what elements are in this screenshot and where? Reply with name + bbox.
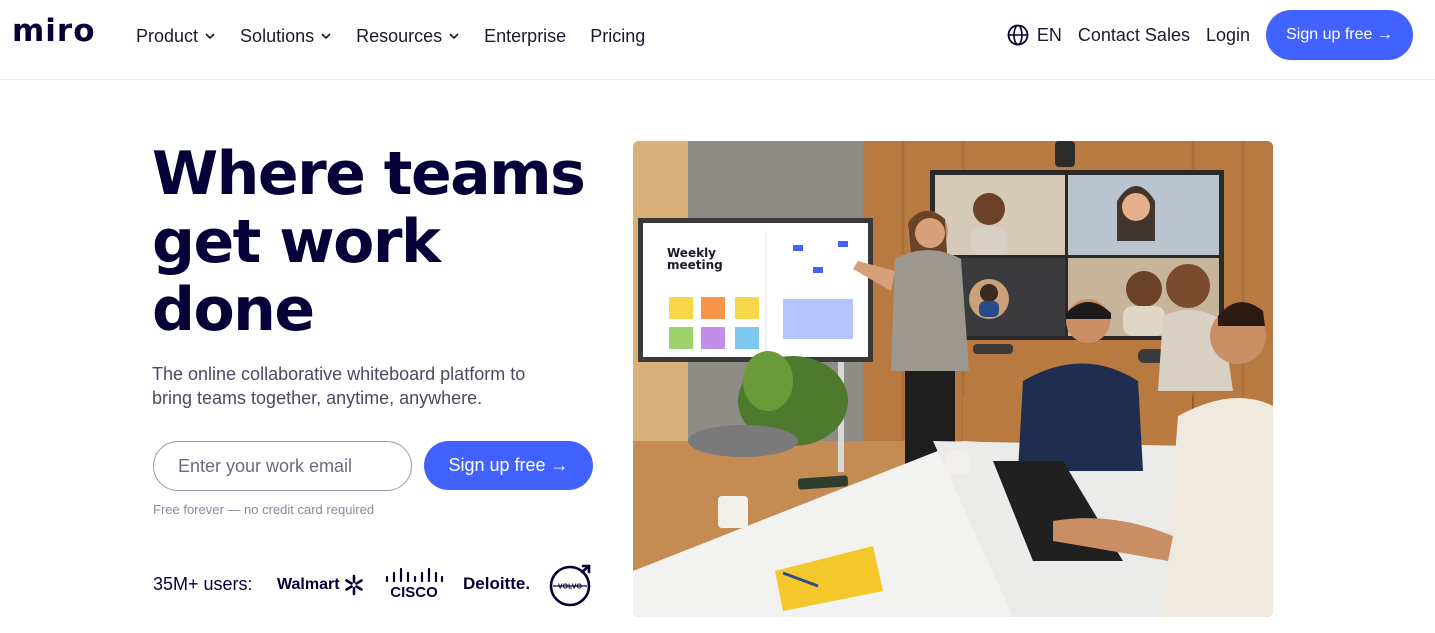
nav-resources[interactable]: Resources [356,24,460,48]
nav-pricing-label: Pricing [590,25,646,46]
login-link[interactable]: Login [1206,25,1250,46]
contact-sales-link[interactable]: Contact Sales [1078,25,1190,46]
nav-enterprise-label: Enterprise [484,25,567,46]
chevron-down-icon [205,33,215,40]
nav-enterprise[interactable]: Enterprise [484,24,566,48]
hero-subtitle-line: The online collaborative whiteboard plat… [152,364,526,384]
walmart-logo: Walmart [277,574,365,596]
miro-logo[interactable]: miro [12,13,96,49]
cisco-logo: CISCO [385,567,444,600]
work-email-input[interactable] [153,441,412,491]
volvo-logo: VOLVO [549,564,591,607]
hero-subtitle: The online collaborative whiteboard plat… [152,362,582,410]
nav-actions: EN Contact Sales Login Sign up free → [1007,10,1413,60]
nav-pricing[interactable]: Pricing [590,24,645,48]
cisco-wordmark: CISCO [390,584,438,600]
main-menu: Product Solutions Resources Enterprise P… [136,24,669,48]
walmart-wordmark: Walmart [277,576,340,593]
hero-title-line: done [152,275,315,345]
hero-signup-button[interactable]: Sign up free → [424,441,593,490]
language-selector[interactable]: EN [1007,24,1062,46]
hero-image-office-meeting: Weekly meeting [633,141,1273,617]
nav-signup-button[interactable]: Sign up free → [1266,10,1413,60]
volvo-wordmark: VOLVO [558,584,583,591]
free-forever-note: Free forever — no credit card required [153,502,375,517]
nav-product-label: Product [136,25,199,46]
nav-solutions[interactable]: Solutions [240,24,332,48]
deloitte-logo: Deloitte. [463,574,531,593]
chevron-down-icon [321,33,331,40]
nav-resources-label: Resources [356,25,443,46]
users-count: 35M+ users: [153,574,253,594]
hero-title-line: get work [152,207,441,277]
walmart-spark-icon [344,574,363,596]
top-nav: miro Product Solutions Resources Enterpr… [0,0,1435,80]
nav-product[interactable]: Product [136,24,216,48]
hero-title: Where teams get work done [152,140,602,344]
globe-icon [1007,24,1029,46]
nav-solutions-label: Solutions [240,25,315,46]
hero-subtitle-line: bring teams together, anytime, anywhere. [152,388,483,408]
language-label: EN [1036,24,1062,45]
chevron-down-icon [449,33,459,40]
board-title-line: meeting [667,258,723,272]
hero-title-line: Where teams [152,139,586,209]
